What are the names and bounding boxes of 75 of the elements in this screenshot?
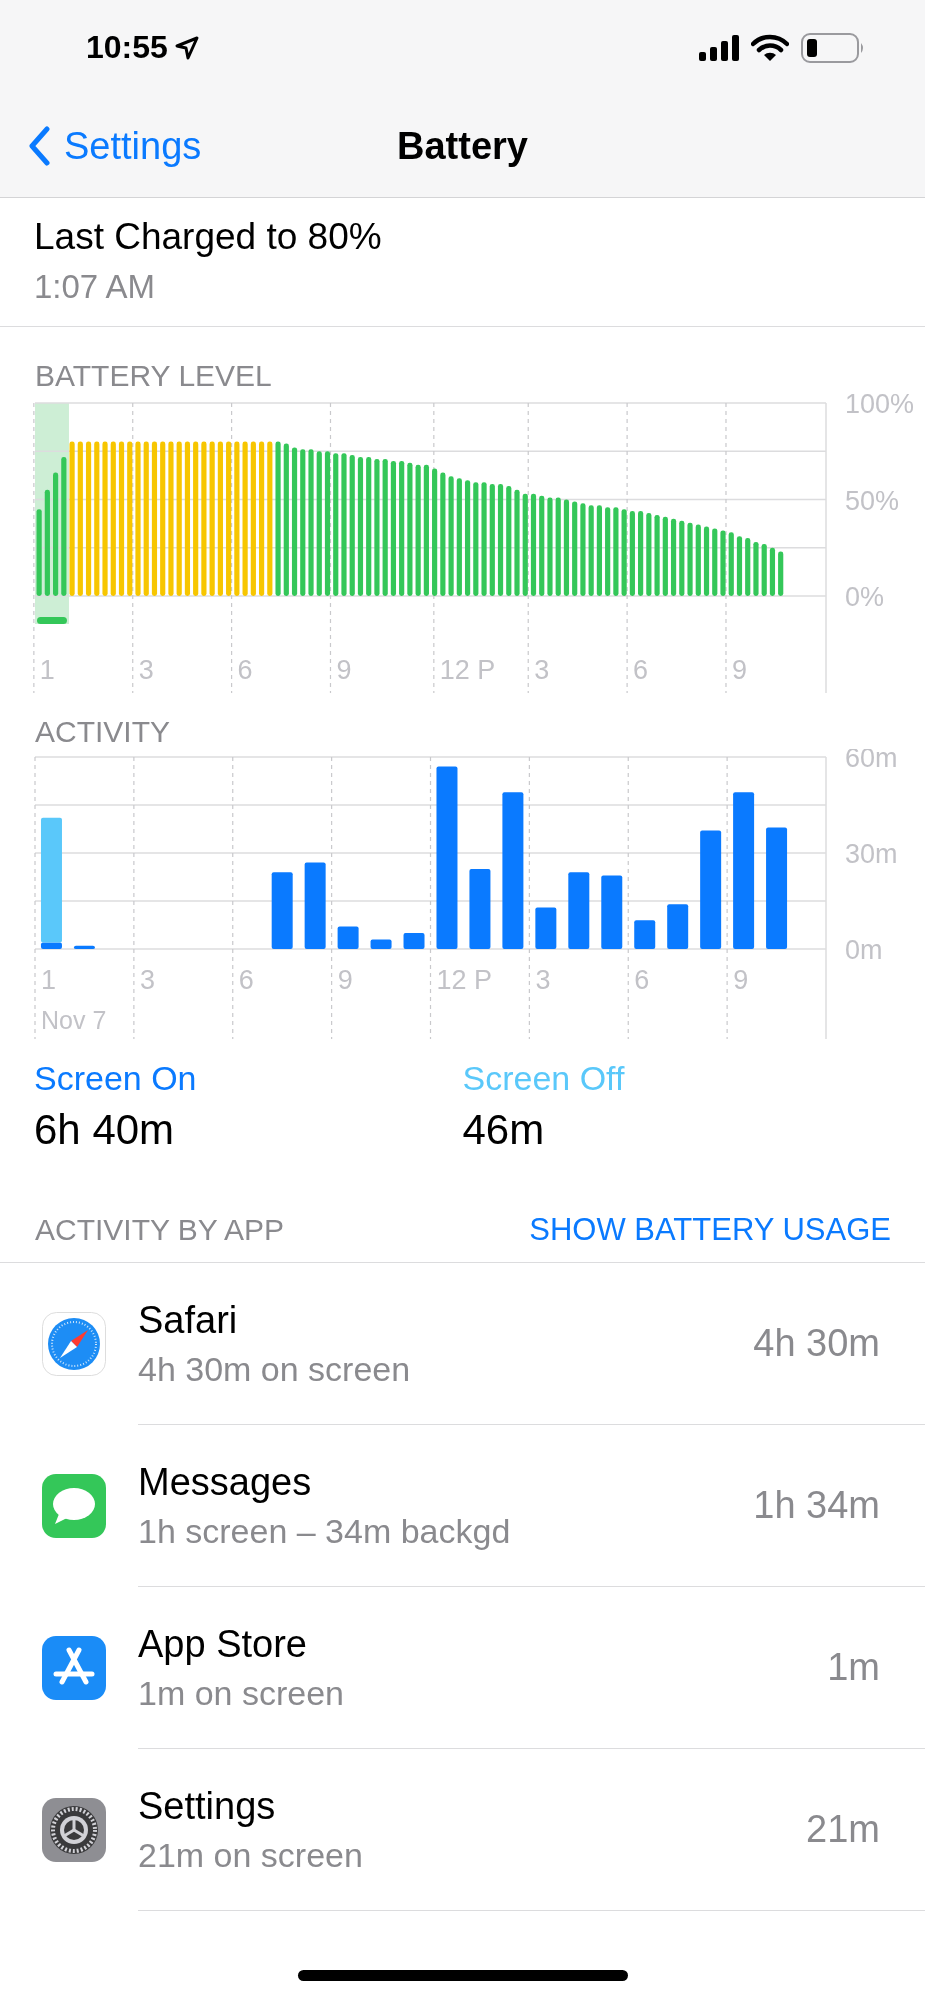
back-button[interactable]: Settings (0, 123, 208, 169)
axis-label: 50% (845, 485, 900, 516)
battery-level-bar (720, 530, 726, 596)
app-usage-detail: 4h 30m on screen (138, 1349, 412, 1389)
summary-label: Screen On (34, 1059, 198, 1098)
compass-icon (42, 1312, 106, 1376)
last-charged-title: Last Charged to 80% (34, 216, 383, 258)
battery-level-bar (745, 538, 751, 596)
show-battery-usage-link[interactable]: SHOW BATTERY USAGE (529, 1212, 891, 1248)
app-store-icon (42, 1636, 106, 1700)
summary-value: 46m (462, 1106, 546, 1154)
battery-level-bar (695, 524, 701, 596)
activity-bar (337, 926, 359, 949)
app-usage-time: 4h 30m (753, 1322, 881, 1365)
summary-label: Screen Off (462, 1059, 626, 1098)
battery-level-bar (769, 547, 776, 596)
battery-level-bar (728, 532, 734, 596)
battery-level-bar (703, 526, 710, 596)
axis-label: 1 (41, 965, 57, 995)
axis-label: 1 (39, 655, 55, 685)
axis-label: 0% (845, 582, 885, 612)
activity-bar (535, 907, 557, 949)
activity-bar (634, 920, 656, 949)
axis-label: 3 (534, 655, 550, 685)
axis-label: 9 (336, 655, 352, 685)
axis-label: 60m (845, 749, 898, 773)
battery-level-bar (761, 543, 767, 596)
signal-icon (699, 34, 739, 61)
axis-label: 3 (138, 655, 154, 685)
axis-label: 9 (733, 965, 749, 995)
date-label: Nov 7 (41, 1006, 107, 1034)
app-usage-time: 1h 34m (753, 1484, 881, 1527)
axis-label: 6 (634, 965, 650, 995)
axis-label: 0m (845, 935, 883, 965)
app-usage-detail: 1m on screen (138, 1673, 345, 1713)
app-usage-detail: 21m on screen (138, 1835, 364, 1875)
axis-label: 6 (633, 655, 649, 685)
battery-level-bar (712, 528, 718, 596)
location-arrow-icon (173, 34, 200, 61)
app-name: App Store (138, 1622, 308, 1666)
activity-bar (73, 945, 95, 949)
last-charged-time: 1:07 AM (34, 268, 157, 306)
app-usage-time: 1m (827, 1646, 881, 1689)
section-header: ACTIVITY (34, 715, 171, 749)
app-usage-detail: 1h screen – 34m backgd (138, 1511, 512, 1551)
app-name: Safari (138, 1298, 239, 1342)
battery-level-bar (736, 536, 743, 596)
gear-icon (42, 1798, 106, 1862)
page-title: Battery (397, 124, 528, 167)
activity-bar (667, 904, 689, 949)
battery-level-bar (753, 541, 759, 596)
app-name: Settings (138, 1784, 277, 1828)
axis-label: 12 P (436, 965, 493, 995)
axis-label: 9 (731, 655, 747, 685)
activity-bar (403, 933, 425, 949)
chat-bubble-icon (42, 1474, 106, 1538)
axis-label: 30m (845, 839, 898, 869)
chevron-left-icon (28, 126, 50, 166)
battery-level-bar (778, 551, 784, 596)
section-header: ACTIVITY BY APP (35, 1213, 284, 1247)
app-usage-time: 21m (806, 1808, 881, 1851)
axis-label: 12 P (439, 655, 496, 685)
axis-label: 9 (337, 965, 353, 995)
axis-label: 3 (535, 965, 551, 995)
battery-icon (801, 32, 865, 63)
axis-label: 3 (139, 965, 155, 995)
wifi-icon (751, 33, 789, 62)
section-header: BATTERY LEVEL (34, 359, 273, 393)
activity-bar (370, 939, 392, 949)
axis-label: 6 (237, 655, 253, 685)
app-name: Messages (138, 1460, 313, 1504)
axis-label: 6 (238, 965, 254, 995)
axis-label: 100% (845, 393, 915, 419)
clock-time: 10:55 (86, 29, 168, 66)
summary-value: 6h 40m (34, 1106, 176, 1154)
